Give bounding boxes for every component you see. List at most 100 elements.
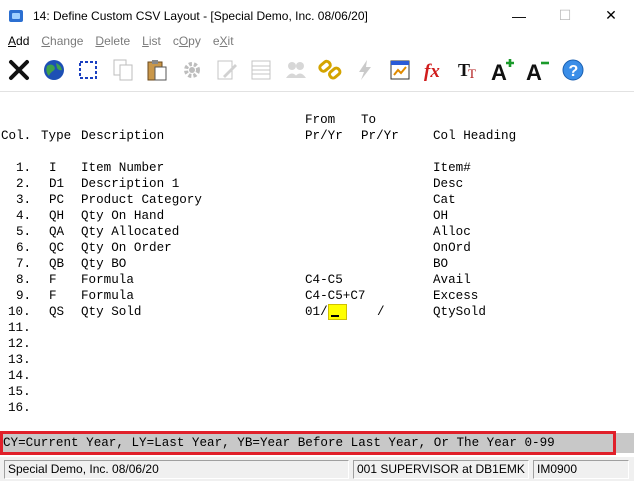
maximize-button[interactable]: ☐: [542, 0, 588, 31]
select-area-icon: [75, 57, 101, 86]
header-row: Col. Type Description Pr/Yr Pr/Yr Col He…: [0, 128, 634, 144]
row-number: 11.: [8, 321, 31, 335]
menu-change[interactable]: Change: [41, 34, 83, 48]
row-to[interactable]: /: [377, 304, 385, 320]
gear-button[interactable]: [176, 55, 208, 89]
chain-link-button[interactable]: [314, 55, 346, 89]
users-button[interactable]: [280, 55, 312, 89]
table-row: 11.: [0, 320, 634, 336]
font-decrease-button[interactable]: A: [522, 55, 554, 89]
menu-copy[interactable]: cOpy: [173, 34, 201, 48]
row-description: Formula: [81, 289, 134, 303]
grid-list-icon: [248, 57, 274, 86]
table-row: 1. I Item Number Item#: [0, 160, 634, 176]
table-row: 16.: [0, 400, 634, 416]
close-x-button[interactable]: [3, 55, 35, 89]
row-col-heading[interactable]: Cat: [433, 192, 456, 208]
row-number: 8.: [16, 273, 32, 287]
row-type[interactable]: F: [49, 272, 57, 288]
from-header: Pr/Yr: [305, 129, 343, 143]
row-number: 3.: [16, 193, 32, 207]
row-col-heading[interactable]: Avail: [433, 272, 471, 288]
menu-add[interactable]: Add: [8, 34, 29, 48]
row-description: Description 1: [81, 177, 180, 191]
table-row: 4. QH Qty On Hand OH: [0, 208, 634, 224]
menu-bar: Add Change Delete List cOpy eXit: [0, 31, 634, 51]
row-col-heading[interactable]: Alloc: [433, 224, 471, 240]
copy-pages-button[interactable]: [107, 55, 139, 89]
chain-link-icon: [317, 57, 343, 86]
status-company: Special Demo, Inc. 08/06/20: [4, 459, 349, 479]
font-increase-button[interactable]: A: [487, 55, 519, 89]
help-button[interactable]: ?: [557, 55, 589, 89]
svg-text:fx: fx: [424, 61, 440, 82]
menu-list[interactable]: List: [142, 34, 161, 48]
globe-button[interactable]: [38, 55, 70, 89]
lightning-icon: [352, 57, 378, 86]
row-col-heading[interactable]: Item#: [433, 160, 471, 176]
menu-delete[interactable]: Delete: [95, 34, 130, 48]
description-header: Description: [81, 129, 165, 143]
row-col-heading[interactable]: OnOrd: [433, 240, 471, 256]
row-description: Qty Sold: [81, 305, 142, 319]
row-from[interactable]: 01/: [305, 304, 328, 320]
row-type[interactable]: D1: [49, 176, 64, 192]
row-from[interactable]: C4-C5+C7: [305, 288, 365, 304]
row-number: 4.: [16, 209, 32, 223]
table-row: 9. F Formula C4-C5+C7 Excess: [0, 288, 634, 304]
table-row: 14.: [0, 368, 634, 384]
edit-note-icon: [214, 57, 240, 86]
row-description: Qty Allocated: [81, 225, 180, 239]
row-number: 15.: [8, 385, 31, 399]
row-col-heading[interactable]: QtySold: [433, 304, 486, 320]
font-tt-button[interactable]: TT: [453, 55, 485, 89]
status-bar: Special Demo, Inc. 08/06/20 001 SUPERVIS…: [0, 457, 634, 481]
row-col-heading[interactable]: Desc: [433, 176, 463, 192]
status-user: 001 SUPERVISOR at DB1EMK: [353, 459, 529, 479]
row-type[interactable]: QC: [49, 240, 64, 256]
edit-note-button[interactable]: [211, 55, 243, 89]
select-area-button[interactable]: [72, 55, 104, 89]
menu-exit[interactable]: eXit: [213, 34, 234, 48]
row-type[interactable]: QH: [49, 208, 64, 224]
type-header: Type: [41, 129, 72, 143]
header-row-top: From To: [0, 112, 634, 128]
row-type[interactable]: QS: [49, 304, 64, 320]
row-from[interactable]: C4-C5: [305, 272, 343, 288]
row-col-heading[interactable]: OH: [433, 208, 448, 224]
row-col-heading[interactable]: Excess: [433, 288, 478, 304]
active-year-input[interactable]: [328, 304, 347, 320]
status-program: IM0900: [533, 459, 629, 479]
close-button[interactable]: ✕: [588, 0, 634, 31]
csv-layout-screen: From To Col. Type Description Pr/Yr Pr/Y…: [0, 94, 634, 430]
row-type[interactable]: PC: [49, 192, 64, 208]
toolbar: fx T T A A?: [0, 52, 634, 92]
grid-list-button[interactable]: [245, 55, 277, 89]
row-description: Formula: [81, 273, 134, 287]
font-increase-icon: A: [490, 57, 516, 86]
table-row: 2. D1 Description 1 Desc: [0, 176, 634, 192]
row-description: Product Category: [81, 193, 202, 207]
row-number: 13.: [8, 353, 31, 367]
hint-bar-extension: [616, 433, 634, 453]
font-tt-icon: TT: [456, 57, 482, 86]
globe-icon: [41, 57, 67, 86]
gear-icon: [179, 57, 205, 86]
row-description: Qty On Order: [81, 241, 172, 255]
row-type[interactable]: F: [49, 288, 57, 304]
function-fx-button[interactable]: fx: [418, 55, 450, 89]
calculator-chart-button[interactable]: [384, 55, 416, 89]
row-type[interactable]: I: [49, 160, 57, 176]
to-header-top: To: [361, 113, 377, 127]
lightning-button[interactable]: [349, 55, 381, 89]
font-decrease-icon: A: [525, 57, 551, 86]
paste-clipboard-button[interactable]: [141, 55, 173, 89]
row-type[interactable]: QB: [49, 256, 64, 272]
minimize-button[interactable]: —: [496, 0, 542, 31]
row-col-heading[interactable]: BO: [433, 256, 448, 272]
row-number: 10.: [8, 305, 31, 319]
help-icon: ?: [560, 57, 586, 86]
row-number: 7.: [16, 257, 32, 271]
row-type[interactable]: QA: [49, 224, 64, 240]
svg-text:A: A: [491, 60, 507, 83]
